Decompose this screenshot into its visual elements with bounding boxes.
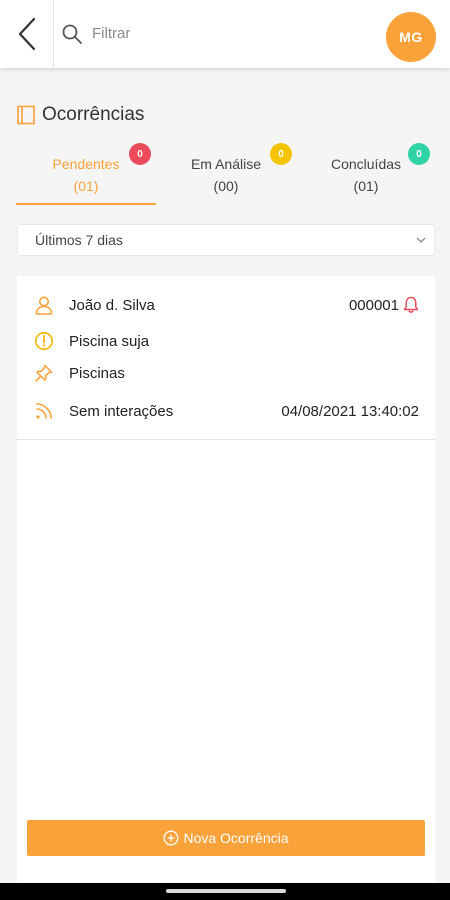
new-occurrence-label: Nova Ocorrência xyxy=(183,830,289,846)
back-button[interactable] xyxy=(0,0,54,68)
occurrence-status-row: Sem interações 04/08/2021 13:40:02 xyxy=(33,400,419,422)
search-input[interactable] xyxy=(92,18,362,48)
user-icon xyxy=(35,296,53,315)
new-occurrence-button[interactable]: Nova Ocorrência xyxy=(27,820,425,856)
occurrence-owner-row: João d. Silva 000001 xyxy=(33,294,419,316)
tab-badge-pendentes: 0 xyxy=(129,143,151,165)
period-select[interactable]: Últimos 7 dias xyxy=(17,224,435,256)
tab-badge-concluidas: 0 xyxy=(408,143,430,165)
page-title-group: Ocorrências xyxy=(16,103,144,127)
alert-circle-icon xyxy=(35,332,53,350)
occurrence-status: Sem interações xyxy=(69,402,174,420)
tab-count: (01) xyxy=(353,178,379,194)
tab-count: (00) xyxy=(213,178,239,194)
top-bar: MG xyxy=(0,0,450,68)
tab-label: Em Análise xyxy=(190,156,262,172)
bell-icon xyxy=(403,296,419,313)
occurrence-owner-name: João d. Silva xyxy=(69,296,155,314)
page-title: Ocorrências xyxy=(42,104,145,125)
active-tab-indicator xyxy=(16,203,156,205)
status-tabs: Pendentes (01) 0 Em Análise (00) 0 Concl… xyxy=(0,143,450,207)
tab-badge-em-analise: 0 xyxy=(270,143,292,165)
search-icon xyxy=(62,24,82,44)
tab-label: Concluídas xyxy=(330,156,402,172)
plus-circle-icon xyxy=(164,830,179,846)
occurrence-description-row: Piscina suja xyxy=(33,330,419,352)
occurrence-category-row: Piscinas xyxy=(33,362,419,384)
occurrence-datetime: 04/08/2021 13:40:02 xyxy=(281,402,419,420)
occurrence-list: João d. Silva 000001 Piscina suja Piscin… xyxy=(17,276,435,884)
tab-count: (01) xyxy=(73,178,99,194)
occurrence-description: Piscina suja xyxy=(69,332,150,350)
book-icon xyxy=(17,105,35,125)
period-select-value: Últimos 7 dias xyxy=(35,232,123,248)
chevron-left-icon xyxy=(18,17,35,51)
home-indicator[interactable] xyxy=(166,889,286,893)
occurrence-number: 000001 xyxy=(348,296,399,314)
tab-label: Pendentes xyxy=(52,156,120,172)
avatar[interactable]: MG xyxy=(386,12,436,62)
system-navigation-bar xyxy=(0,883,450,900)
chevron-down-icon xyxy=(416,237,426,243)
pin-icon xyxy=(35,364,53,382)
occurrence-category: Piscinas xyxy=(69,364,125,382)
rss-icon xyxy=(36,403,52,419)
occurrence-card[interactable]: João d. Silva 000001 Piscina suja Piscin… xyxy=(17,276,435,440)
